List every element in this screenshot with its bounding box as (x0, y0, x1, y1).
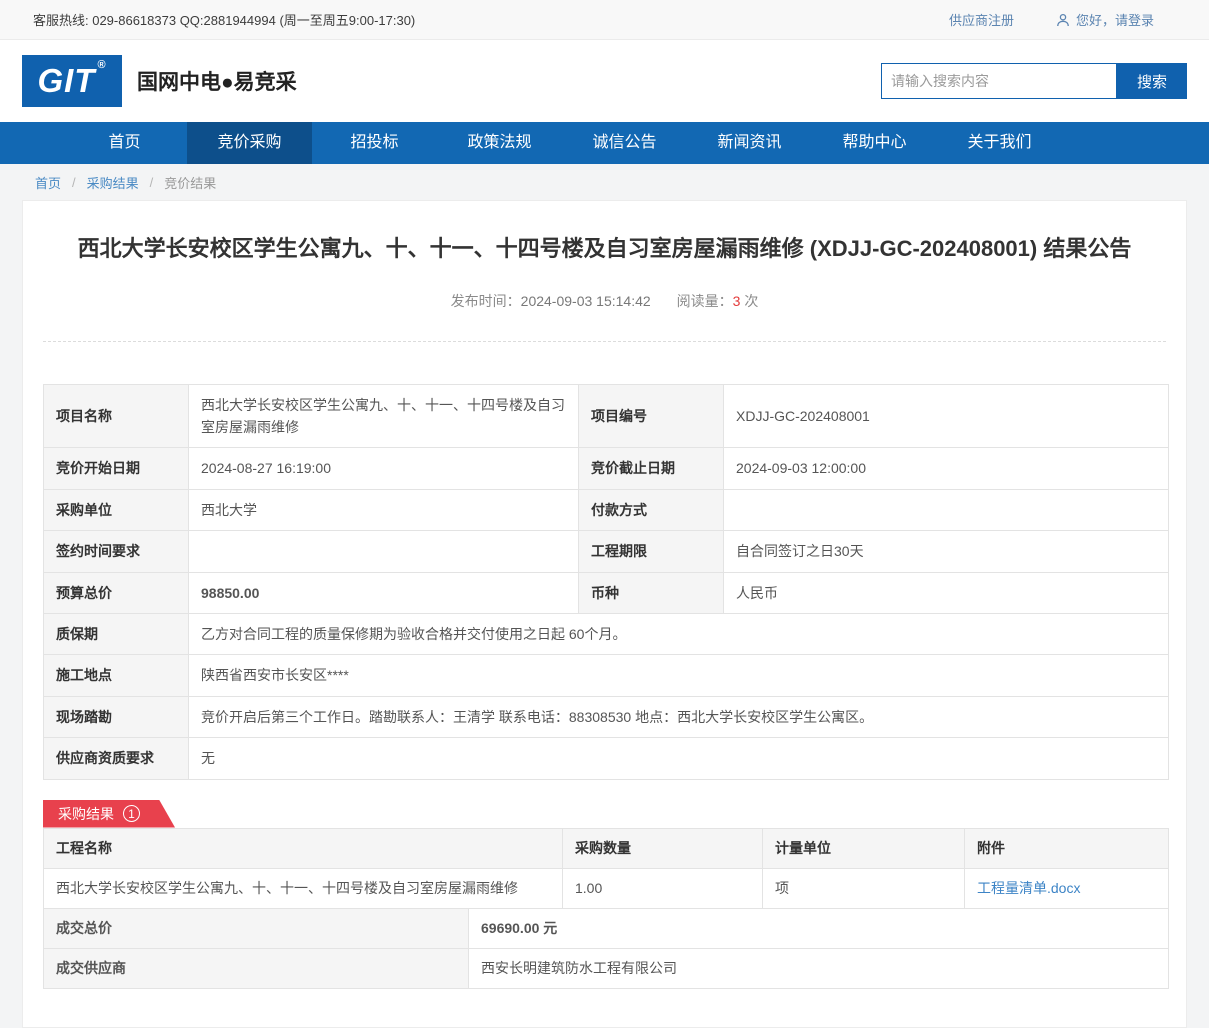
nav-item-policies[interactable]: 政策法规 (437, 122, 562, 164)
column-header: 附件 (965, 828, 1169, 868)
attachment-link[interactable]: 工程量清单.docx (977, 880, 1080, 896)
field-value: 乙方对合同工程的质量保修期为验收合格并交付使用之日起 60个月。 (189, 613, 1169, 654)
table-row: 竞价开始日期 2024-08-27 16:19:00 竞价截止日期 2024-0… (44, 448, 1169, 489)
field-value: 西北大学长安校区学生公寓九、十、十一、十四号楼及自习室房屋漏雨维修 (189, 384, 579, 448)
result-header-row: 工程名称 采购数量 计量单位 附件 (44, 828, 1169, 868)
table-row: 项目名称 西北大学长安校区学生公寓九、十、十一、十四号楼及自习室房屋漏雨维修 项… (44, 384, 1169, 448)
nav-item-integrity-notice[interactable]: 诚信公告 (562, 122, 687, 164)
deal-summary-table: 成交总价 69690.00 元 成交供应商 西安长明建筑防水工程有限公司 (43, 908, 1169, 989)
column-header: 采购数量 (563, 828, 763, 868)
project-name-cell: 西北大学长安校区学生公寓九、十、十一、十四号楼及自习室房屋漏雨维修 (44, 868, 563, 908)
attachment-cell: 工程量清单.docx (965, 868, 1169, 908)
unit-cell: 项 (763, 868, 965, 908)
table-row: 采购单位 西北大学 付款方式 (44, 489, 1169, 530)
field-label: 工程期限 (579, 531, 724, 572)
top-bar: 客服热线: 029-86618373 QQ:2881944994 (周一至周五9… (0, 0, 1209, 40)
badge-count: 1 (123, 805, 140, 822)
registered-mark: ® (97, 55, 106, 75)
field-label: 预算总价 (44, 572, 189, 613)
breadcrumb-current: 竞价结果 (164, 173, 216, 192)
service-hotline: 客服热线: 029-86618373 QQ:2881944994 (周一至周五9… (33, 10, 415, 29)
field-label: 付款方式 (579, 489, 724, 530)
table-row: 质保期 乙方对合同工程的质量保修期为验收合格并交付使用之日起 60个月。 (44, 613, 1169, 654)
views-count: 3 (733, 293, 741, 309)
field-value (724, 489, 1169, 530)
user-icon (1056, 13, 1070, 27)
field-label: 质保期 (44, 613, 189, 654)
search-input[interactable] (881, 63, 1117, 99)
field-label: 项目名称 (44, 384, 189, 448)
field-label: 采购单位 (44, 489, 189, 530)
budget-price-value: 98850.00 (189, 572, 579, 613)
topbar-actions: 供应商注册 您好，请登录 (949, 10, 1154, 29)
purchase-result-badge: 采购结果 1 (43, 800, 175, 828)
nav-item-home[interactable]: 首页 (62, 122, 187, 164)
table-row: 成交供应商 西安长明建筑防水工程有限公司 (44, 948, 1169, 988)
page-title: 西北大学长安校区学生公寓九、十、十一、十四号楼及自习室房屋漏雨维修 (XDJJ-… (23, 201, 1186, 264)
field-value (189, 531, 579, 572)
publish-time-value: 2024-09-03 15:14:42 (521, 293, 651, 309)
field-value: 自合同签订之日30天 (724, 531, 1169, 572)
login-link[interactable]: 您好，请登录 (1056, 10, 1154, 29)
dashed-divider (43, 341, 1166, 342)
table-row: 签约时间要求 工程期限 自合同签订之日30天 (44, 531, 1169, 572)
field-label: 竞价开始日期 (44, 448, 189, 489)
table-row: 预算总价 98850.00 币种 人民币 (44, 572, 1169, 613)
breadcrumb-separator: / (72, 175, 76, 190)
field-value: 竞价开启后第三个工作日。踏勘联系人：王清学 联系电话：88308530 地点：西… (189, 696, 1169, 737)
main-nav: 首页 竞价采购 招投标 政策法规 诚信公告 新闻资讯 帮助中心 关于我们 (0, 122, 1209, 164)
table-row: 成交总价 69690.00 元 (44, 908, 1169, 948)
result-table: 工程名称 采购数量 计量单位 附件 西北大学长安校区学生公寓九、十、十一、十四号… (43, 828, 1169, 909)
breadcrumb-separator: / (150, 175, 154, 190)
nav-item-about-us[interactable]: 关于我们 (937, 122, 1062, 164)
login-label: 您好，请登录 (1076, 10, 1154, 29)
field-value: 西北大学 (189, 489, 579, 530)
field-label: 施工地点 (44, 655, 189, 696)
views-unit: 次 (744, 293, 758, 309)
views-label: 阅读量： (677, 293, 733, 309)
field-label: 币种 (579, 572, 724, 613)
field-value: 人民币 (724, 572, 1169, 613)
breadcrumb-home[interactable]: 首页 (35, 173, 61, 192)
field-value: 无 (189, 738, 1169, 779)
column-header: 工程名称 (44, 828, 563, 868)
article-meta: 发布时间：2024-09-03 15:14:42 阅读量：3 次 (23, 291, 1186, 341)
field-label: 签约时间要求 (44, 531, 189, 572)
field-value: 2024-08-27 16:19:00 (189, 448, 579, 489)
supplier-value: 西安长明建筑防水工程有限公司 (469, 948, 1169, 988)
field-label: 竞价截止日期 (579, 448, 724, 489)
column-header: 计量单位 (763, 828, 965, 868)
nav-item-bidding-purchase[interactable]: 竞价采购 (187, 122, 312, 164)
table-row: 供应商资质要求 无 (44, 738, 1169, 779)
supplier-register-link[interactable]: 供应商注册 (949, 10, 1014, 29)
field-value: XDJJ-GC-202408001 (724, 384, 1169, 448)
total-price-value: 69690.00 元 (469, 908, 1169, 948)
logo-text: GIT (37, 55, 95, 107)
breadcrumb-purchase-results[interactable]: 采购结果 (87, 173, 139, 192)
field-label: 供应商资质要求 (44, 738, 189, 779)
site-title: 国网中电●易竞采 (137, 66, 297, 96)
total-price-label: 成交总价 (44, 908, 469, 948)
nav-item-news[interactable]: 新闻资讯 (687, 122, 812, 164)
badge-label: 采购结果 (58, 804, 114, 824)
search-bar: 搜索 (881, 63, 1187, 99)
project-info-table: 项目名称 西北大学长安校区学生公寓九、十、十一、十四号楼及自习室房屋漏雨维修 项… (43, 384, 1169, 780)
table-row: 施工地点 陕西省西安市长安区**** (44, 655, 1169, 696)
field-label: 现场踏勘 (44, 696, 189, 737)
publish-time-label: 发布时间： (451, 293, 521, 309)
field-label: 项目编号 (579, 384, 724, 448)
git-logo[interactable]: GIT® (22, 55, 122, 107)
field-value: 陕西省西安市长安区**** (189, 655, 1169, 696)
search-button[interactable]: 搜索 (1117, 63, 1187, 99)
quantity-cell: 1.00 (563, 868, 763, 908)
announcement-card: 西北大学长安校区学生公寓九、十、十一、十四号楼及自习室房屋漏雨维修 (XDJJ-… (22, 200, 1187, 1028)
site-header: GIT® 国网中电●易竞采 搜索 (0, 40, 1209, 122)
field-value: 2024-09-03 12:00:00 (724, 448, 1169, 489)
supplier-label: 成交供应商 (44, 948, 469, 988)
nav-item-help-center[interactable]: 帮助中心 (812, 122, 937, 164)
nav-item-tenders[interactable]: 招投标 (312, 122, 437, 164)
table-row: 现场踏勘 竞价开启后第三个工作日。踏勘联系人：王清学 联系电话：88308530… (44, 696, 1169, 737)
result-data-row: 西北大学长安校区学生公寓九、十、十一、十四号楼及自习室房屋漏雨维修 1.00 项… (44, 868, 1169, 908)
breadcrumb: 首页 / 采购结果 / 竞价结果 (0, 164, 1209, 200)
